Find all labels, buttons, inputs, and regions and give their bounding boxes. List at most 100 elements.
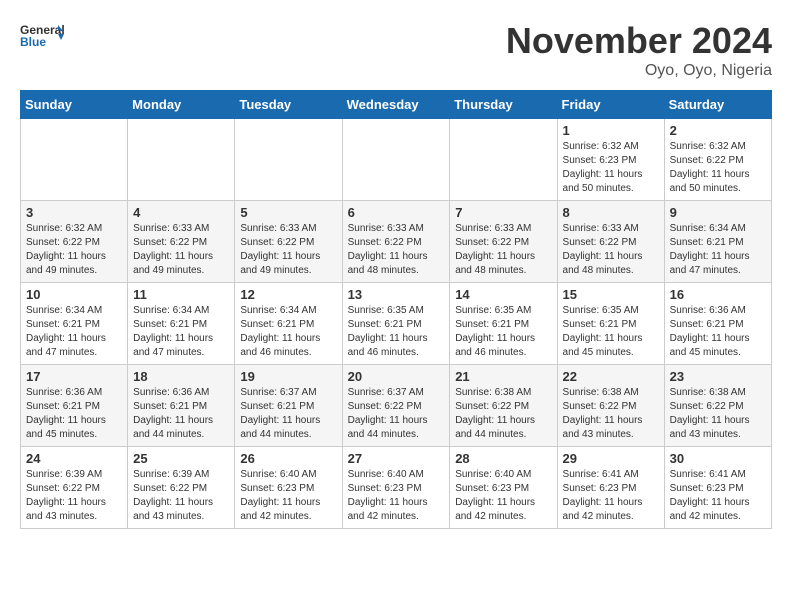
day-number: 22: [563, 369, 659, 384]
day-number: 10: [26, 287, 122, 302]
calendar-week-row: 10 Sunrise: 6:34 AMSunset: 6:21 PMDayligh…: [21, 283, 772, 365]
day-info: Sunrise: 6:34 AMSunset: 6:21 PMDaylight:…: [133, 304, 229, 360]
calendar-cell: 26 Sunrise: 6:40 AMSunset: 6:23 PMDayligh…: [235, 447, 342, 529]
svg-text:Blue: Blue: [20, 35, 46, 49]
day-info: Sunrise: 6:33 AMSunset: 6:22 PMDaylight:…: [455, 222, 551, 278]
calendar-cell: 18Sunrise: 6:36 AMSunset: 6:21 PMDayligh…: [128, 365, 235, 447]
day-number: 6: [348, 205, 445, 220]
day-number: 24: [26, 451, 122, 466]
day-info: Sunrise: 6:40 AMSunset: 6:23 PMDaylight:…: [240, 468, 336, 524]
day-info: Sunrise: 6:33 AMSunset: 6:22 PMDaylight:…: [348, 222, 445, 278]
day-info: Sunrise: 6:34 AMSunset: 6:21 PMDaylight:…: [26, 304, 122, 360]
calendar-cell: 12 Sunrise: 6:34 AMSunset: 6:21 PMDayligh…: [235, 283, 342, 365]
day-info: Sunrise: 6:32 AMSunset: 6:23 PMDaylight:…: [563, 140, 659, 196]
calendar-cell: 17 Sunrise: 6:36 AMSunset: 6:21 PMDayligh…: [21, 365, 128, 447]
weekday-header-wednesday: Wednesday: [342, 91, 450, 119]
day-info: Sunrise: 6:35 AMSunset: 6:21 PMDaylight:…: [455, 304, 551, 360]
day-number: 3: [26, 205, 122, 220]
calendar-cell: 6 Sunrise: 6:33 AMSunset: 6:22 PMDaylight…: [342, 201, 450, 283]
day-number: 8: [563, 205, 659, 220]
calendar-cell: 13 Sunrise: 6:35 AMSunset: 6:21 PMDayligh…: [342, 283, 450, 365]
calendar-cell: 1 Sunrise: 6:32 AMSunset: 6:23 PMDaylight…: [557, 119, 664, 201]
day-number: 4: [133, 205, 229, 220]
calendar-cell: 4Sunrise: 6:33 AMSunset: 6:22 PMDaylight…: [128, 201, 235, 283]
calendar-week-row: 1 Sunrise: 6:32 AMSunset: 6:23 PMDaylight…: [21, 119, 772, 201]
day-number: 19: [240, 369, 336, 384]
day-info: Sunrise: 6:40 AMSunset: 6:23 PMDaylight:…: [455, 468, 551, 524]
day-number: 5: [240, 205, 336, 220]
day-info: Sunrise: 6:35 AMSunset: 6:21 PMDaylight:…: [348, 304, 445, 360]
calendar-cell: 23 Sunrise: 6:38 AMSunset: 6:22 PMDayligh…: [664, 365, 771, 447]
day-number: 16: [670, 287, 766, 302]
day-number: 15: [563, 287, 659, 302]
weekday-header-monday: Monday: [128, 91, 235, 119]
calendar-week-row: 17 Sunrise: 6:36 AMSunset: 6:21 PMDayligh…: [21, 365, 772, 447]
day-number: 21: [455, 369, 551, 384]
day-info: Sunrise: 6:40 AMSunset: 6:23 PMDaylight:…: [348, 468, 445, 524]
calendar-cell: 9 Sunrise: 6:34 AMSunset: 6:21 PMDaylight…: [664, 201, 771, 283]
weekday-header-tuesday: Tuesday: [235, 91, 342, 119]
weekday-header-thursday: Thursday: [450, 91, 557, 119]
day-info: Sunrise: 6:39 AMSunset: 6:22 PMDaylight:…: [133, 468, 229, 524]
day-info: Sunrise: 6:39 AMSunset: 6:22 PMDaylight:…: [26, 468, 122, 524]
calendar-cell: 2 Sunrise: 6:32 AMSunset: 6:22 PMDaylight…: [664, 119, 771, 201]
logo: General Blue: [20, 20, 64, 50]
day-number: 25: [133, 451, 229, 466]
day-number: 28: [455, 451, 551, 466]
day-info: Sunrise: 6:38 AMSunset: 6:22 PMDaylight:…: [455, 386, 551, 442]
calendar-week-row: 3 Sunrise: 6:32 AMSunset: 6:22 PMDaylight…: [21, 201, 772, 283]
day-number: 12: [240, 287, 336, 302]
day-number: 20: [348, 369, 445, 384]
day-number: 23: [670, 369, 766, 384]
page-header: General Blue November 2024 Oyo, Oyo, Nig…: [20, 20, 772, 80]
calendar-cell: 16 Sunrise: 6:36 AMSunset: 6:21 PMDayligh…: [664, 283, 771, 365]
day-number: 11: [133, 287, 229, 302]
day-number: 14: [455, 287, 551, 302]
weekday-header-saturday: Saturday: [664, 91, 771, 119]
title-block: November 2024 Oyo, Oyo, Nigeria: [506, 20, 772, 80]
calendar-cell: 20 Sunrise: 6:37 AMSunset: 6:22 PMDayligh…: [342, 365, 450, 447]
calendar-cell: 8 Sunrise: 6:33 AMSunset: 6:22 PMDaylight…: [557, 201, 664, 283]
day-info: Sunrise: 6:33 AMSunset: 6:22 PMDaylight:…: [563, 222, 659, 278]
calendar-cell: [450, 119, 557, 201]
day-info: Sunrise: 6:41 AMSunset: 6:23 PMDaylight:…: [563, 468, 659, 524]
calendar-cell: 28 Sunrise: 6:40 AMSunset: 6:23 PMDayligh…: [450, 447, 557, 529]
day-info: Sunrise: 6:32 AMSunset: 6:22 PMDaylight:…: [670, 140, 766, 196]
day-number: 26: [240, 451, 336, 466]
day-number: 2: [670, 123, 766, 138]
day-number: 17: [26, 369, 122, 384]
day-info: Sunrise: 6:34 AMSunset: 6:21 PMDaylight:…: [670, 222, 766, 278]
calendar-cell: 24 Sunrise: 6:39 AMSunset: 6:22 PMDayligh…: [21, 447, 128, 529]
day-info: Sunrise: 6:35 AMSunset: 6:21 PMDaylight:…: [563, 304, 659, 360]
calendar-cell: 11 Sunrise: 6:34 AMSunset: 6:21 PMDayligh…: [128, 283, 235, 365]
day-number: 9: [670, 205, 766, 220]
calendar-cell: 22 Sunrise: 6:38 AMSunset: 6:22 PMDayligh…: [557, 365, 664, 447]
day-info: Sunrise: 6:38 AMSunset: 6:22 PMDaylight:…: [563, 386, 659, 442]
day-info: Sunrise: 6:41 AMSunset: 6:23 PMDaylight:…: [670, 468, 766, 524]
calendar-cell: [21, 119, 128, 201]
calendar-cell: 5Sunrise: 6:33 AMSunset: 6:22 PMDaylight…: [235, 201, 342, 283]
logo-icon: General Blue: [20, 20, 64, 50]
month-title: November 2024: [506, 20, 772, 62]
weekday-header-sunday: Sunday: [21, 91, 128, 119]
day-number: 1: [563, 123, 659, 138]
calendar-cell: 15 Sunrise: 6:35 AMSunset: 6:21 PMDayligh…: [557, 283, 664, 365]
day-info: Sunrise: 6:37 AMSunset: 6:22 PMDaylight:…: [348, 386, 445, 442]
calendar-cell: [342, 119, 450, 201]
day-number: 13: [348, 287, 445, 302]
calendar-cell: 21 Sunrise: 6:38 AMSunset: 6:22 PMDayligh…: [450, 365, 557, 447]
day-info: Sunrise: 6:36 AMSunset: 6:21 PMDaylight:…: [133, 386, 229, 442]
day-info: Sunrise: 6:36 AMSunset: 6:21 PMDaylight:…: [26, 386, 122, 442]
day-info: Sunrise: 6:34 AMSunset: 6:21 PMDaylight:…: [240, 304, 336, 360]
calendar-cell: [128, 119, 235, 201]
calendar-cell: 7Sunrise: 6:33 AMSunset: 6:22 PMDaylight…: [450, 201, 557, 283]
calendar-cell: 19Sunrise: 6:37 AMSunset: 6:21 PMDayligh…: [235, 365, 342, 447]
calendar-cell: 25 Sunrise: 6:39 AMSunset: 6:22 PMDayligh…: [128, 447, 235, 529]
day-info: Sunrise: 6:36 AMSunset: 6:21 PMDaylight:…: [670, 304, 766, 360]
calendar-week-row: 24 Sunrise: 6:39 AMSunset: 6:22 PMDayligh…: [21, 447, 772, 529]
weekday-header-friday: Friday: [557, 91, 664, 119]
calendar-cell: 27Sunrise: 6:40 AMSunset: 6:23 PMDayligh…: [342, 447, 450, 529]
day-info: Sunrise: 6:32 AMSunset: 6:22 PMDaylight:…: [26, 222, 122, 278]
day-info: Sunrise: 6:38 AMSunset: 6:22 PMDaylight:…: [670, 386, 766, 442]
day-number: 30: [670, 451, 766, 466]
